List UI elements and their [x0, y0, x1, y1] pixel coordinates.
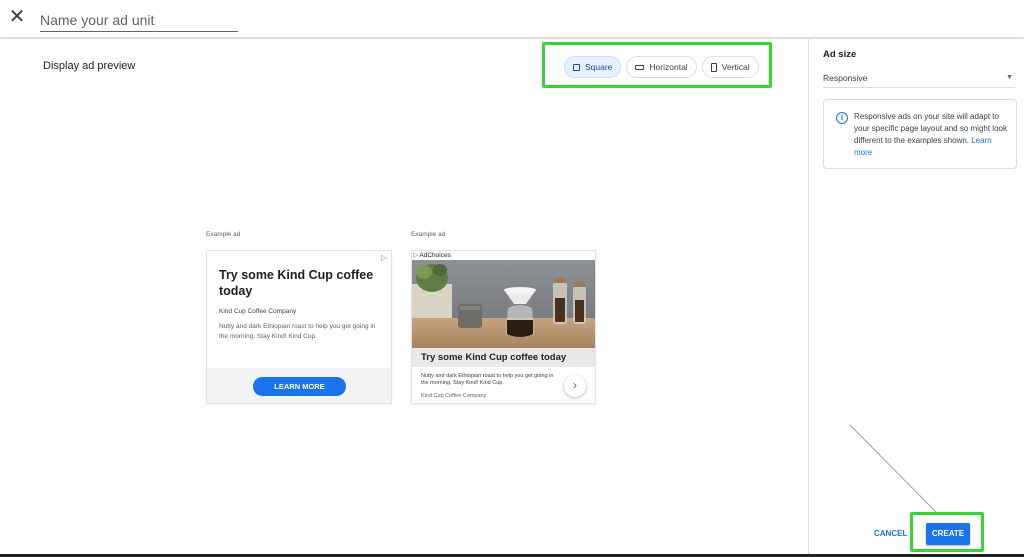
- ad-footer: LEARN MORE: [207, 368, 391, 403]
- top-bar: ✕: [0, 0, 1024, 38]
- format-toggle-group: Square Horizontal Vertical: [564, 56, 759, 78]
- ad-size-title: Ad size: [823, 49, 857, 60]
- toggle-horizontal-label: Horizontal: [649, 62, 688, 72]
- info-icon: i: [836, 112, 848, 124]
- coffee-photo: [412, 260, 595, 348]
- info-text: Responsive ads on your site will adapt t…: [854, 111, 1012, 159]
- close-icon[interactable]: ✕: [8, 6, 26, 28]
- toggle-square[interactable]: Square: [564, 56, 622, 78]
- ad-headline: Try some Kind Cup coffee today: [219, 268, 374, 298]
- toggle-square-label: Square: [585, 62, 613, 72]
- settings-sidebar: Ad size Responsive ▼ i Responsive ads on…: [808, 39, 1024, 557]
- ad-size-select-value: Responsive: [823, 73, 868, 83]
- adchoices-badge[interactable]: ▷ AdChoices: [413, 251, 451, 260]
- toggle-vertical[interactable]: Vertical: [701, 56, 759, 78]
- ad-headline: Try some Kind Cup coffee today: [412, 348, 595, 367]
- example-ad-label: Example ad: [411, 231, 446, 238]
- ad-description: Nutty and dark Ethiopian roast to help y…: [421, 373, 554, 386]
- learn-more-button[interactable]: LEARN MORE: [253, 377, 346, 396]
- square-icon: [573, 63, 580, 71]
- example-ad-label: Example ad: [206, 231, 241, 238]
- preview-title: Display ad preview: [43, 60, 136, 72]
- example-ad-square: ▷ Try some Kind Cup coffee today Kind Cu…: [206, 250, 392, 404]
- chevron-right-icon[interactable]: ›: [564, 375, 586, 397]
- example-ad-image: ▷ AdChoices Try some Kind Cup coffee tod…: [411, 250, 596, 404]
- ad-size-select[interactable]: Responsive ▼: [823, 70, 1015, 88]
- create-button[interactable]: CREATE: [926, 523, 970, 545]
- adchoices-icon[interactable]: ▷: [381, 253, 387, 262]
- toggle-horizontal[interactable]: Horizontal: [626, 56, 697, 78]
- cancel-button[interactable]: CANCEL: [874, 529, 907, 538]
- ad-company: Kind Cup Coffee Company: [421, 393, 487, 399]
- toggle-vertical-label: Vertical: [721, 62, 750, 72]
- vertical-rect-icon: [710, 62, 717, 72]
- adchoices-label: AdChoices: [419, 251, 451, 259]
- ad-unit-name-input[interactable]: [40, 8, 238, 32]
- ad-company: Kind Cup Coffee Company: [219, 308, 297, 315]
- preview-area: Display ad preview Square Horizontal Ver…: [0, 39, 808, 557]
- horizontal-rect-icon: [635, 64, 645, 70]
- ad-description: Nutty and dark Ethiopian roast to help y…: [219, 323, 376, 340]
- chevron-down-icon: ▼: [1006, 74, 1013, 81]
- adchoices-icon: ▷: [413, 252, 419, 259]
- info-box: i Responsive ads on your site will adapt…: [823, 99, 1017, 169]
